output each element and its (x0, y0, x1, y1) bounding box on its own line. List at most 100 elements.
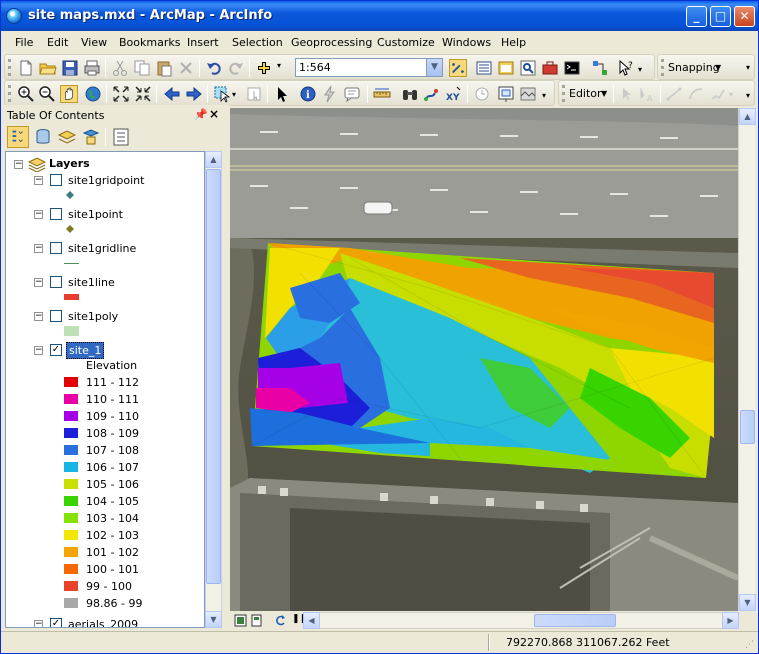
layer-name[interactable]: site1gridline (68, 242, 136, 255)
layer-visibility-checkbox[interactable] (50, 174, 62, 186)
scroll-up-arrow-icon[interactable]: ▲ (739, 108, 756, 125)
map-scale-combobox[interactable]: 1:564 ▼ (295, 58, 443, 77)
hyperlink-lightning-icon[interactable] (321, 85, 339, 103)
chevron-down-icon[interactable]: ▼ (426, 59, 442, 76)
find-binoculars-icon[interactable] (401, 85, 419, 103)
go-back-extent-icon[interactable] (163, 85, 181, 103)
toc-options-icon[interactable] (111, 127, 131, 147)
go-to-xy-icon[interactable]: XY (445, 85, 463, 103)
straight-segment-icon[interactable] (665, 85, 683, 103)
new-document-icon[interactable] (17, 59, 35, 77)
legend-swatch[interactable] (64, 581, 78, 591)
toc-vertical-scrollbar[interactable]: ▲ ▼ (205, 151, 222, 628)
paste-icon[interactable] (155, 59, 173, 77)
undo-icon[interactable] (205, 59, 223, 77)
arctoolbox-icon[interactable] (541, 59, 559, 77)
map-display[interactable] (230, 108, 738, 611)
toolbar-grip[interactable] (8, 59, 11, 76)
fixed-zoom-in-icon[interactable] (112, 85, 130, 103)
scroll-thumb[interactable] (534, 614, 616, 627)
legend-swatch[interactable] (64, 513, 78, 523)
table-of-contents-icon[interactable] (475, 59, 493, 77)
menu-help[interactable]: Help (501, 36, 526, 49)
time-slider-icon[interactable] (473, 85, 491, 103)
collapse-layer-toggle[interactable]: − (34, 346, 43, 355)
full-extent-globe-icon[interactable] (84, 85, 102, 103)
layer-name[interactable]: site1point (68, 208, 123, 221)
zoom-in-icon[interactable] (17, 85, 35, 103)
print-icon[interactable] (83, 59, 101, 77)
close-button[interactable]: ✕ (734, 6, 755, 27)
scroll-down-arrow-icon[interactable]: ▼ (205, 611, 222, 628)
zoom-out-icon[interactable] (38, 85, 56, 103)
layer-visibility-checkbox[interactable]: ✓ (50, 618, 62, 627)
open-folder-icon[interactable] (39, 59, 57, 77)
cut-icon[interactable] (111, 59, 129, 77)
menu-file[interactable]: File (15, 36, 33, 49)
collapse-layer-toggle[interactable]: − (34, 244, 43, 253)
legend-swatch[interactable] (64, 377, 78, 387)
python-window-icon[interactable] (563, 59, 581, 77)
editor-menu[interactable]: Editor (569, 87, 602, 100)
toolbar-grip[interactable] (8, 85, 11, 102)
catalog-icon[interactable] (497, 59, 515, 77)
toolbar-grip[interactable] (562, 85, 565, 102)
layer-visibility-checkbox[interactable] (50, 208, 62, 220)
layer-visibility-checkbox[interactable]: ✓ (50, 344, 62, 356)
edit-tool-icon[interactable] (618, 85, 636, 103)
select-dropdown-icon[interactable]: ▾ (232, 90, 236, 99)
layer-visibility-checkbox[interactable] (50, 242, 62, 254)
end-point-arc-icon[interactable] (687, 85, 705, 103)
toolbar-options-icon[interactable]: ▾ (638, 65, 642, 74)
refresh-icon[interactable] (274, 614, 287, 627)
legend-swatch[interactable] (64, 564, 78, 574)
pan-hand-icon[interactable] (60, 85, 78, 103)
menu-geoprocessing[interactable]: Geoprocessing (291, 36, 372, 49)
collapse-layer-toggle[interactable]: − (34, 176, 43, 185)
menu-view[interactable]: View (81, 36, 107, 49)
layer-name[interactable]: site1poly (68, 310, 118, 323)
data-view-icon[interactable] (234, 614, 247, 627)
menu-windows[interactable]: Windows (442, 36, 491, 49)
snapping-menu[interactable]: Snapping (668, 61, 720, 74)
resize-grip-icon[interactable]: ⋰ (745, 640, 754, 650)
toc-close-icon[interactable]: × (209, 107, 219, 121)
editor-dropdown-icon[interactable]: ▼ (601, 89, 607, 98)
list-by-source-icon[interactable] (33, 127, 53, 147)
select-features-icon[interactable] (213, 85, 231, 103)
legend-swatch[interactable] (64, 445, 78, 455)
toolbar-grip[interactable] (661, 59, 664, 76)
measure-ruler-icon[interactable] (373, 85, 391, 103)
legend-swatch[interactable] (64, 598, 78, 608)
scroll-thumb[interactable] (206, 169, 221, 584)
scroll-down-arrow-icon[interactable]: ▼ (739, 594, 756, 611)
legend-swatch[interactable] (64, 428, 78, 438)
expand-layer-toggle[interactable]: − (34, 620, 43, 627)
add-data-dropdown-icon[interactable]: ▾ (277, 61, 281, 70)
map-canvas[interactable] (230, 108, 738, 611)
layer-name[interactable]: site1line (68, 276, 115, 289)
delete-icon[interactable] (177, 59, 195, 77)
menu-customize[interactable]: Customize (377, 36, 435, 49)
menu-edit[interactable]: Edit (47, 36, 68, 49)
layer-name-selected[interactable]: site_1 (66, 342, 105, 359)
basemap-layer-icon[interactable] (519, 85, 537, 103)
edit-annotation-icon[interactable]: A (638, 85, 656, 103)
map-vertical-scrollbar[interactable]: ▲ ▼ (738, 108, 756, 611)
collapse-layer-toggle[interactable]: − (34, 278, 43, 287)
collapse-layers-toggle[interactable]: − (14, 160, 23, 169)
search-window-icon[interactable] (519, 59, 537, 77)
scroll-left-arrow-icon[interactable]: ◀ (303, 612, 320, 629)
editor-toolbar-icon[interactable] (449, 59, 467, 77)
select-elements-arrow-icon[interactable] (273, 85, 291, 103)
legend-swatch[interactable] (64, 496, 78, 506)
list-by-visibility-icon[interactable] (57, 127, 77, 147)
list-by-selection-icon[interactable] (81, 127, 101, 147)
collapse-layer-toggle[interactable]: − (34, 312, 43, 321)
map-horizontal-scrollbar[interactable]: ◀ ▶ (303, 612, 739, 629)
find-route-icon[interactable] (423, 85, 441, 103)
list-by-drawing-order-icon[interactable] (7, 126, 29, 148)
scroll-up-arrow-icon[interactable]: ▲ (205, 151, 222, 168)
auto-hide-pin-icon[interactable]: 📌 (194, 108, 208, 121)
trace-icon[interactable] (709, 85, 727, 103)
